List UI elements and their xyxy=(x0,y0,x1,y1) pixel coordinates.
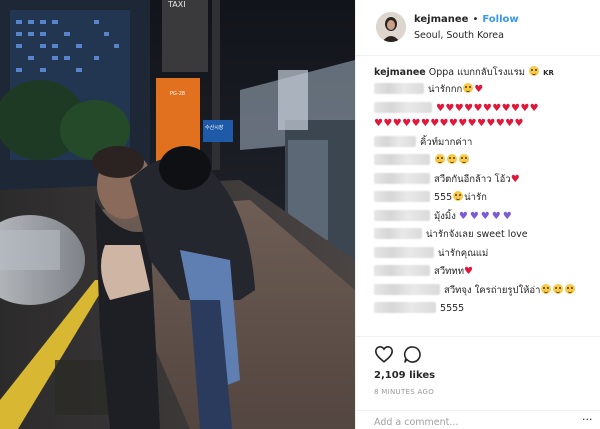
pole-code: PG-28 xyxy=(170,91,185,97)
purple-hearts-emoji-icon: ♥♥♥♥♥ xyxy=(458,210,514,222)
heart-emoji-icon: ♥ xyxy=(463,266,474,277)
location-link[interactable]: Seoul, South Korea xyxy=(414,30,504,41)
caption-text: Oppa แบกกลับโรงแรม xyxy=(428,67,525,78)
hearts-emoji-icon: ♥♥♥♥♥♥♥♥♥♥♥ xyxy=(436,102,540,114)
post-actions: 2,109 likes 8 MINUTES AGO ··· xyxy=(356,336,600,429)
comment-item: ♥♥♥♥♥♥♥♥♥♥♥♥♥♥♥♥ xyxy=(374,118,585,130)
heart-emoji-icon: ♥ xyxy=(510,173,521,185)
post-caption: kejmanee Oppa แบกกลับโรงแรม KR xyxy=(374,66,585,79)
tongue-face-icon xyxy=(529,66,540,76)
header-user-line: kejmanee • Follow xyxy=(414,14,519,25)
smile-face-icon xyxy=(447,154,458,164)
blurred-username xyxy=(374,228,422,239)
heart-emoji-icon: ♥ xyxy=(474,84,484,95)
blurred-username xyxy=(374,302,436,313)
comment-item: น่ารักจังเลย sweet love xyxy=(374,228,585,241)
blurred-username xyxy=(374,135,416,147)
comment-text: มุ้งมิ้ง xyxy=(434,210,456,222)
comments-list[interactable]: kejmanee Oppa แบกกลับโรงแรม KR น่ารักกก ♥… xyxy=(356,56,600,336)
crying-laughing-face-icon xyxy=(453,191,464,201)
follow-button[interactable]: Follow xyxy=(482,14,518,25)
blurred-username xyxy=(374,101,432,113)
comment-text: น่ารักกก xyxy=(428,84,463,95)
likes-count[interactable]: 2,109 likes xyxy=(374,370,435,381)
comment-text: สวีทจุง ใครถ่ายรูปให้อ่า xyxy=(444,284,541,296)
post-photo[interactable]: TAXI PG-28 수산시장 xyxy=(0,0,355,429)
post-header: kejmanee • Follow Seoul, South Korea xyxy=(356,0,600,56)
comment-text: น่ารักคุณแม่ xyxy=(438,247,489,259)
comment-item xyxy=(374,154,585,167)
header-separator: • xyxy=(472,14,479,25)
laughing-face-icon xyxy=(553,283,564,294)
post-timestamp[interactable]: 8 MINUTES AGO xyxy=(374,388,434,396)
comment-text: น่ารักจังเลย sweet love xyxy=(426,229,528,240)
comment-text: คิ้วท์มากค่าา xyxy=(420,136,473,148)
comment-item: น่ารักคุณแม่ xyxy=(374,246,585,260)
blurred-username xyxy=(374,191,430,202)
comment-text: สวีตกันอีกล้าว โอ้ว xyxy=(434,173,511,185)
smile-face-icon xyxy=(459,154,470,164)
comment-item: ♥♥♥♥♥♥♥♥♥♥♥ xyxy=(374,101,585,115)
caption-username[interactable]: kejmanee xyxy=(374,67,426,78)
comment-item: น่ารักกก ♥ xyxy=(374,83,585,96)
comment-text: 555 xyxy=(434,192,453,203)
station-sign: 수산시장 xyxy=(205,124,224,131)
post-sidebar: kejmanee • Follow Seoul, South Korea kejma… xyxy=(355,0,600,429)
laughing-face-icon xyxy=(541,283,552,294)
photo-scene: TAXI PG-28 수산시장 xyxy=(0,0,355,429)
comment-item: สวีททท♥ xyxy=(374,265,585,278)
blurred-username xyxy=(374,246,434,258)
comment-item: 555 น่ารัก xyxy=(374,191,585,204)
comment-item: สวีตกันอีกล้าว โอ้ว♥ xyxy=(374,172,585,186)
blurred-username xyxy=(374,154,430,165)
header-username[interactable]: kejmanee xyxy=(414,14,468,25)
laughing-face-icon xyxy=(565,283,576,294)
comment-text: 5555 xyxy=(440,303,465,314)
blurred-username xyxy=(374,83,424,94)
like-heart-icon[interactable] xyxy=(374,345,394,363)
blurred-username xyxy=(374,172,430,184)
hearts-emoji-icon: ♥♥♥♥♥♥♥♥♥♥♥♥♥♥♥♥ xyxy=(374,118,524,129)
more-options-icon[interactable]: ··· xyxy=(582,413,593,426)
comment-item: 5555 xyxy=(374,302,585,315)
add-comment-bar: ··· xyxy=(356,410,600,429)
blurred-username xyxy=(374,265,430,276)
comment-input[interactable] xyxy=(374,414,574,429)
comment-text-after: น่ารัก xyxy=(464,192,487,203)
taxi-sign: TAXI xyxy=(167,0,186,9)
comment-item: มุ้งมิ้ง ♥♥♥♥♥ xyxy=(374,209,585,223)
blurred-username xyxy=(374,209,430,221)
comment-item: คิ้วท์มากค่าา xyxy=(374,135,585,149)
comment-text: สวีททท xyxy=(434,266,464,277)
blurred-username xyxy=(374,283,440,295)
comment-item: สวีทจุง ใครถ่ายรูปให้อ่า xyxy=(374,283,585,297)
korea-flag-icon: KR xyxy=(543,69,554,77)
avatar[interactable] xyxy=(376,12,406,42)
smile-face-icon xyxy=(463,83,474,93)
smile-face-icon xyxy=(435,154,446,164)
comment-bubble-icon[interactable] xyxy=(403,345,422,364)
avatar-image xyxy=(376,12,406,42)
